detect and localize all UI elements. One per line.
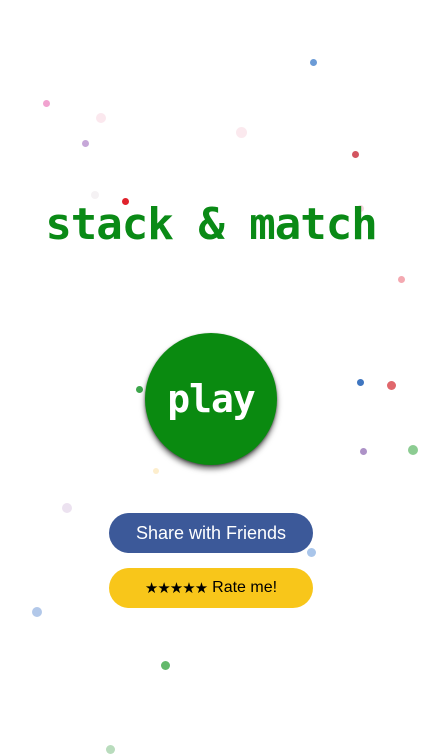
confetti-dot bbox=[32, 607, 42, 617]
confetti-dot bbox=[136, 386, 143, 393]
confetti-dot bbox=[153, 468, 159, 474]
confetti-dot bbox=[307, 548, 316, 557]
confetti-dot bbox=[82, 140, 89, 147]
confetti-dot bbox=[398, 276, 405, 283]
confetti-dot bbox=[357, 379, 364, 386]
star-rating-icon: ★★★★★ bbox=[144, 579, 208, 597]
confetti-dot bbox=[236, 127, 247, 138]
play-button[interactable]: play bbox=[145, 333, 277, 465]
confetti-dot bbox=[360, 448, 367, 455]
share-with-friends-button[interactable]: Share with Friends bbox=[109, 513, 313, 553]
confetti-dot bbox=[43, 100, 50, 107]
play-button-label: play bbox=[167, 377, 256, 421]
confetti-dot bbox=[96, 113, 106, 123]
rate-me-button[interactable]: ★★★★★ Rate me! bbox=[109, 568, 313, 608]
confetti-dot bbox=[352, 151, 359, 158]
rate-button-label: Rate me! bbox=[212, 579, 278, 596]
game-title: stack & match bbox=[45, 199, 377, 250]
share-button-label: Share with Friends bbox=[135, 522, 287, 543]
confetti-dot bbox=[62, 503, 72, 513]
confetti-dot bbox=[161, 661, 170, 670]
confetti-dot bbox=[408, 445, 418, 455]
confetti-dot bbox=[310, 59, 317, 66]
confetti-dot bbox=[387, 381, 396, 390]
